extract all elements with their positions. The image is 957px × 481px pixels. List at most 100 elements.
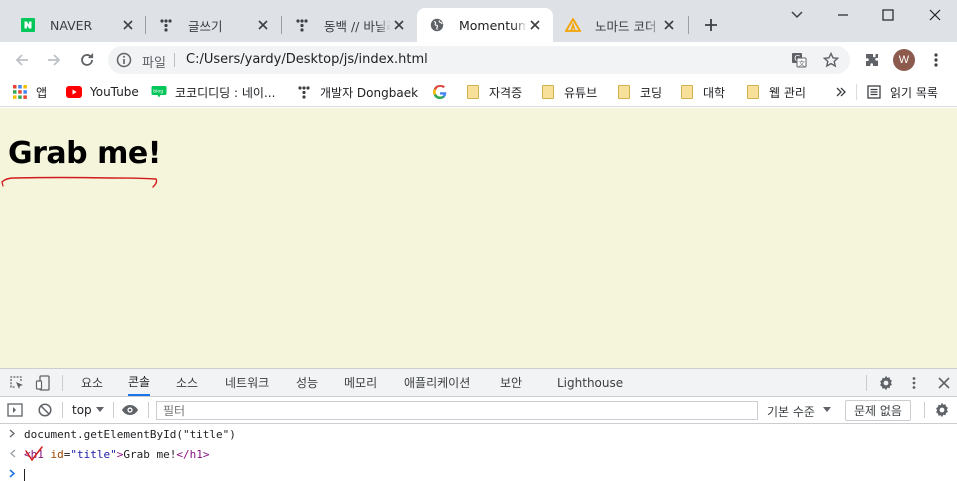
tistory-icon: [296, 84, 312, 100]
address-bar[interactable]: 파일 C:/Users/yardy/Desktop/js/index.html …: [108, 46, 850, 74]
bookmark-dongbaek[interactable]: 개발자 Dongbaek: [296, 83, 418, 101]
bookmark-youtube[interactable]: YouTube: [66, 83, 139, 101]
extensions-button[interactable]: [862, 50, 882, 70]
folder-icon: [465, 84, 481, 100]
tab-console[interactable]: 콘솔: [128, 369, 151, 396]
close-icon[interactable]: [935, 374, 953, 392]
arrow-right-icon: [48, 54, 61, 66]
bookmark-apps[interactable]: 앱: [12, 83, 47, 101]
info-icon[interactable]: [116, 52, 132, 68]
issues-button[interactable]: 문제 없음: [845, 400, 911, 421]
back-button[interactable]: [10, 48, 34, 72]
reload-icon: [81, 53, 94, 66]
star-icon[interactable]: [822, 51, 840, 69]
tab-dongbaek[interactable]: 동백 // 바닐라: [282, 8, 417, 42]
divider: [62, 402, 63, 418]
tab-title: NAVER: [50, 17, 93, 33]
more-bookmarks-button[interactable]: [836, 83, 846, 101]
log-levels-dropdown[interactable]: 기본 수준: [767, 403, 815, 420]
tab-title: 동백 // 바닐라: [324, 18, 391, 34]
chevron-down-icon: [791, 11, 803, 19]
reading-list-button[interactable]: 읽기 목록: [866, 83, 938, 101]
annotation-checkmark: [25, 446, 43, 462]
annotation-underline: [1, 176, 158, 188]
tab-write[interactable]: 글쓰기: [146, 8, 281, 42]
tab-nomad-coders[interactable]: 노마드 코더: [553, 8, 687, 42]
chevron-left-icon: [9, 448, 16, 461]
dropdown-arrow-icon: [823, 407, 831, 412]
tab-memory[interactable]: 메모리: [344, 369, 377, 396]
more-vert-icon[interactable]: [905, 374, 923, 392]
close-icon[interactable]: [527, 17, 543, 33]
bookmark-label: 웹 관리: [769, 85, 806, 100]
bookmark-folder[interactable]: 코딩: [616, 83, 662, 101]
close-icon[interactable]: [661, 17, 677, 33]
console-toolbar: top 기본 수준 문제 없음: [0, 397, 957, 424]
divider: [866, 375, 867, 391]
settings-icon[interactable]: [933, 401, 951, 419]
url-text[interactable]: C:/Users/yardy/Desktop/js/index.html: [186, 52, 428, 67]
tab-sources[interactable]: 소스: [176, 369, 198, 396]
console-filter-input[interactable]: [156, 401, 758, 420]
result-attr-value: "title": [70, 448, 117, 461]
close-icon[interactable]: [255, 17, 271, 33]
result-tag-close: </h1>: [176, 448, 210, 461]
folder-icon: [745, 84, 761, 100]
minimize-button[interactable]: [832, 4, 854, 26]
translate-icon[interactable]: G文: [790, 51, 808, 69]
tab-separator: [688, 16, 689, 34]
avatar[interactable]: W: [893, 49, 915, 71]
menu-button[interactable]: [926, 50, 946, 70]
forward-button[interactable]: [42, 48, 66, 72]
chevron-right-icon: [9, 428, 16, 441]
tab-naver[interactable]: NAVER: [8, 8, 146, 42]
tab-application[interactable]: 애플리케이션: [404, 369, 470, 396]
maximize-button[interactable]: [877, 4, 899, 26]
bookmark-folder[interactable]: 유튜브: [540, 83, 597, 101]
text-cursor: [24, 469, 25, 481]
tab-security[interactable]: 보안: [500, 369, 522, 396]
close-icon[interactable]: [391, 17, 407, 33]
tab-title: 노마드 코더: [595, 18, 657, 34]
console-command[interactable]: document.getElementById("title"): [24, 428, 236, 441]
tab-elements[interactable]: 요소: [81, 369, 103, 396]
folder-icon: [616, 84, 632, 100]
context-selector[interactable]: top: [72, 403, 92, 417]
svg-text:文: 文: [799, 59, 806, 68]
bookmark-folder[interactable]: 자격증: [465, 83, 522, 101]
console-prompt-line[interactable]: [0, 465, 957, 481]
close-icon[interactable]: [120, 17, 136, 33]
eye-icon[interactable]: [121, 401, 139, 419]
tab-lighthouse[interactable]: Lighthouse: [557, 369, 623, 396]
device-toolbar-icon[interactable]: [34, 374, 52, 392]
tab-search-button[interactable]: [786, 4, 808, 26]
console-output: document.getElementById("title") <h1 id=…: [0, 425, 957, 481]
divider: [113, 402, 114, 418]
browser-toolbar: 파일 C:/Users/yardy/Desktop/js/index.html …: [0, 42, 957, 78]
clear-console-icon[interactable]: [36, 401, 54, 419]
tab-network[interactable]: 네트워크: [225, 369, 269, 396]
tab-momentum[interactable]: Momentum: [417, 8, 553, 42]
inspect-element-icon[interactable]: [8, 374, 26, 392]
tab-performance[interactable]: 성능: [296, 369, 318, 396]
tistory-icon: [158, 17, 174, 33]
bookmark-label: 유튜브: [564, 85, 598, 100]
reload-button[interactable]: [75, 48, 99, 72]
bookmark-google[interactable]: [432, 83, 456, 101]
tab-title: 글쓰기: [188, 18, 223, 34]
result-attr-name: id: [50, 448, 64, 461]
console-result[interactable]: <h1 id="title">Grab me!</h1>: [24, 448, 209, 461]
new-tab-button[interactable]: [700, 14, 722, 36]
divider: [856, 84, 857, 100]
bookmark-naver-blog[interactable]: blog 코코디디딩 : 네이...: [151, 83, 275, 101]
bookmark-folder[interactable]: 웹 관리: [745, 83, 806, 101]
folder-icon: [540, 84, 556, 100]
tistory-icon: [294, 17, 310, 33]
tab-strip: NAVER 글쓰기 동백 // 바닐라 Momentum 노마드 코더: [0, 0, 957, 42]
settings-icon[interactable]: [877, 374, 895, 392]
bookmark-label: 코코디디딩 : 네이...: [175, 85, 276, 100]
sidebar-toggle-icon[interactable]: [6, 401, 24, 419]
globe-icon: [429, 17, 445, 33]
bookmark-folder[interactable]: 대학: [679, 83, 725, 101]
close-window-button[interactable]: [924, 4, 946, 26]
